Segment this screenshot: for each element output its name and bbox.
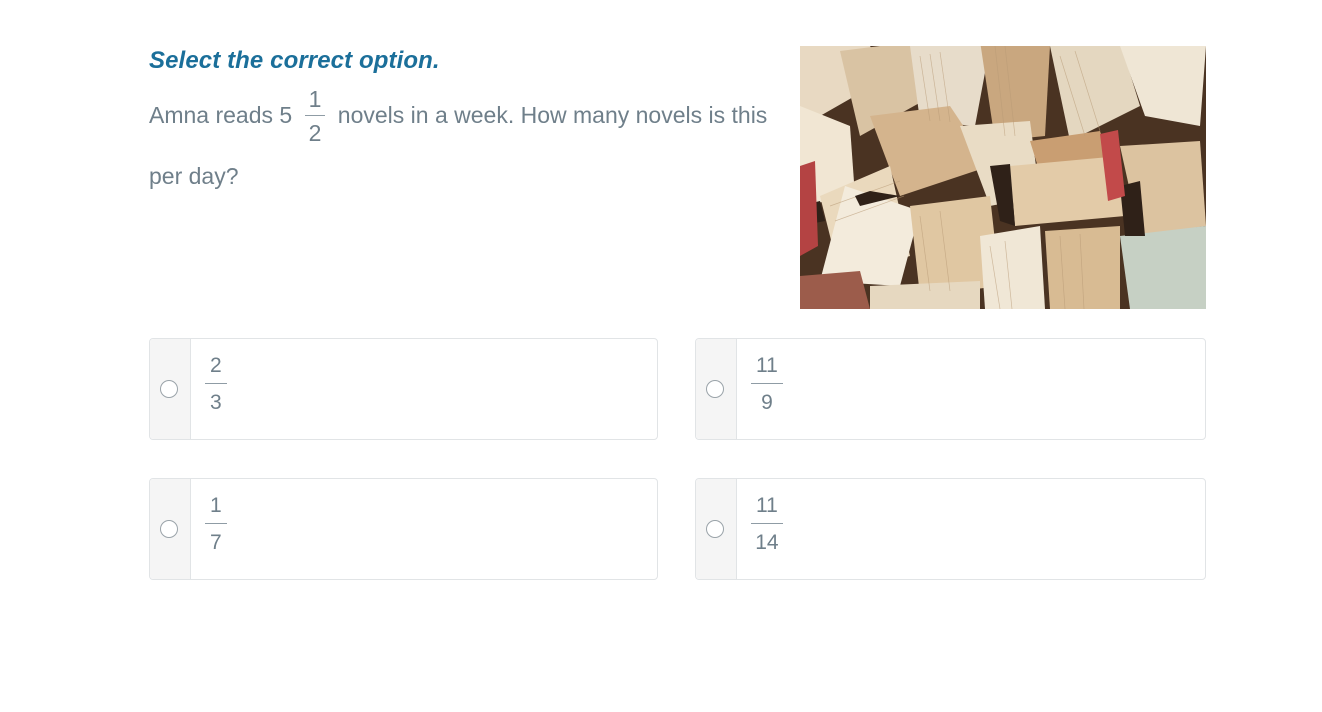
option-b-denominator: 9 — [761, 391, 773, 414]
option-c-radio[interactable] — [160, 520, 178, 538]
option-b-radio[interactable] — [706, 380, 724, 398]
option-c-numerator: 1 — [205, 495, 227, 524]
option-d-denominator: 14 — [755, 531, 779, 554]
question-text: Amna reads 5 1 2 novels in a week. How m… — [149, 85, 774, 207]
option-a[interactable]: 2 3 — [149, 338, 658, 440]
fraction-numerator: 1 — [304, 88, 326, 117]
instruction-heading: Select the correct option. — [149, 47, 440, 74]
option-a-fraction: 2 3 — [205, 355, 227, 413]
option-d-radio-column — [696, 479, 737, 579]
option-c-radio-column — [150, 479, 191, 579]
option-b-fraction: 11 9 — [751, 355, 783, 413]
option-d[interactable]: 11 14 — [695, 478, 1206, 580]
option-a-numerator: 2 — [205, 355, 227, 384]
fraction-denominator: 2 — [308, 120, 322, 147]
option-b-numerator: 11 — [751, 355, 783, 384]
question-fraction: 1 2 — [304, 88, 326, 147]
option-c-fraction: 1 7 — [205, 495, 227, 553]
option-d-fraction: 11 14 — [751, 495, 783, 553]
option-d-radio[interactable] — [706, 520, 724, 538]
option-a-radio-column — [150, 339, 191, 439]
mixed-number-whole: 5 — [279, 102, 293, 128]
option-a-radio[interactable] — [160, 380, 178, 398]
option-d-numerator: 11 — [751, 495, 783, 524]
question-before: Amna reads — [149, 102, 274, 128]
option-a-denominator: 3 — [210, 391, 222, 414]
option-c-denominator: 7 — [210, 531, 222, 554]
option-b[interactable]: 11 9 — [695, 338, 1206, 440]
books-image — [800, 46, 1206, 309]
quiz-page: Select the correct option. Amna reads 5 … — [0, 0, 1322, 712]
option-b-radio-column — [696, 339, 737, 439]
option-c[interactable]: 1 7 — [149, 478, 658, 580]
